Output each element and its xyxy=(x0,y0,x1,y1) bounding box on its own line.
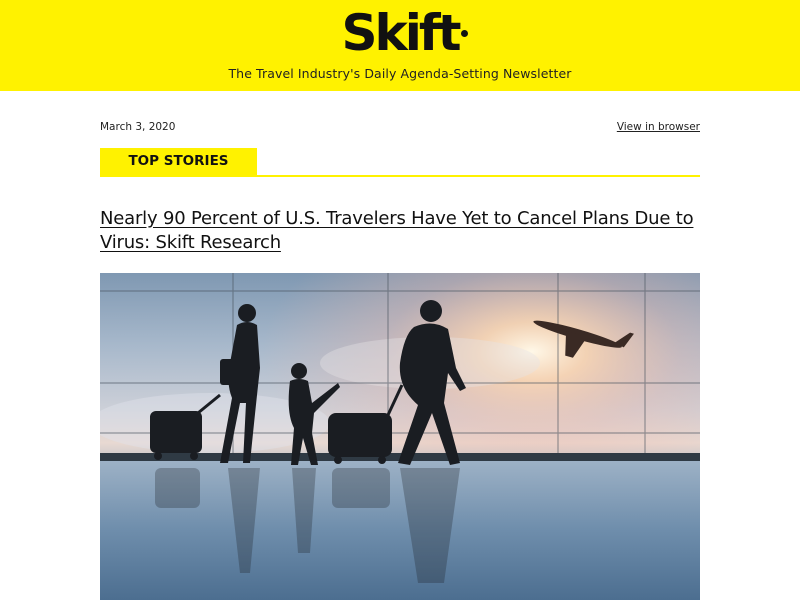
logo-dot-icon xyxy=(460,30,468,37)
masthead: Skift The Travel Industry's Daily Agenda… xyxy=(0,0,800,91)
section-label: TOP STORIES xyxy=(100,148,257,175)
story-hero-image[interactable] xyxy=(100,273,700,600)
story-headline-link[interactable]: Nearly 90 Percent of U.S. Travelers Have… xyxy=(100,207,710,255)
view-in-browser-link[interactable]: View in browser xyxy=(617,121,700,133)
issue-date: March 3, 2020 xyxy=(100,121,176,133)
section-header: TOP STORIES xyxy=(100,148,700,177)
airport-travelers-illustration xyxy=(100,273,700,600)
logo-text: Skift xyxy=(341,4,461,62)
tagline: The Travel Industry's Daily Agenda-Setti… xyxy=(228,66,572,81)
logo[interactable]: Skift xyxy=(0,2,800,64)
